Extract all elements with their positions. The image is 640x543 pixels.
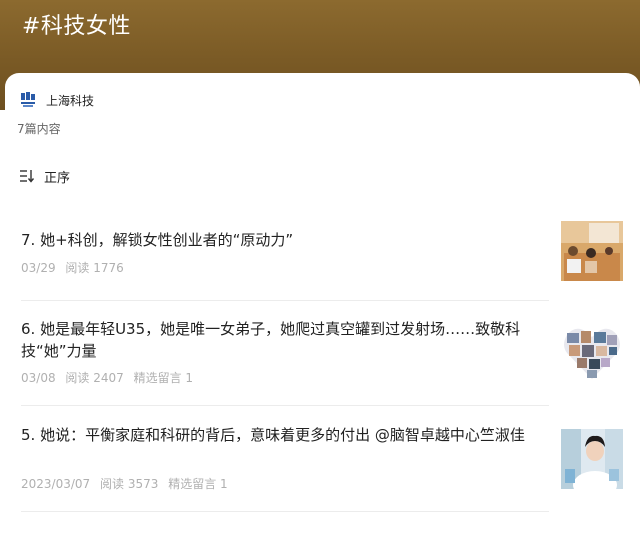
article-thumbnail [561,221,623,281]
article-meta: 03/08 阅读 2407 精选留言 1 [21,369,199,386]
sort-toggle[interactable]: 正序 [19,166,70,186]
article-thumbnail [561,323,623,383]
article-item[interactable]: 6. 她是最年轻U35，她是唯一女弟子，她爬过真空罐到过发射场……致敬科技“她”… [21,318,640,398]
article-reads: 阅读 1776 [65,261,124,275]
article-date: 03/29 [21,261,56,275]
article-meta: 2023/03/07 阅读 3573 精选留言 1 [21,475,234,492]
article-date: 2023/03/07 [21,477,91,491]
content-card: 上海科技 7篇内容 正序 7. 她+科创，解锁女性创业者的“原动力” 03/29… [5,73,640,543]
article-title: 7. 她+科创，解锁女性创业者的“原动力” [21,231,294,249]
sort-icon [20,170,35,183]
article-comments: 精选留言 1 [133,371,194,385]
article-reads: 阅读 3573 [100,477,159,491]
article-date: 03/08 [21,371,56,385]
sort-label: 正序 [44,170,71,186]
divider [21,511,549,512]
article-item[interactable]: 7. 她+科创，解锁女性创业者的“原动力” 03/29 阅读 1776 [21,221,640,291]
divider [21,405,549,406]
article-title: 6. 她是最年轻U35，她是唯一女弟子，她爬过真空罐到过发射场……致敬科技“她”… [21,320,521,360]
article-meta: 03/29 阅读 1776 [21,259,130,276]
account-row[interactable]: 上海科技 [19,89,94,111]
article-item[interactable]: 5. 她说：平衡家庭和科研的背后，意味着更多的付出 @脑智卓越中心竺淑佳 202… [21,424,640,504]
account-name: 上海科技 [46,93,95,108]
article-count: 7篇内容 [17,122,61,136]
article-comments: 精选留言 1 [168,477,228,491]
shanghai-tech-logo-icon [19,91,37,109]
topic-title: #科技女性 [22,14,131,39]
article-reads: 阅读 2407 [65,371,124,385]
article-thumbnail [561,429,623,489]
article-title: 5. 她说：平衡家庭和科研的背后，意味着更多的付出 @脑智卓越中心竺淑佳 [21,426,525,444]
divider [21,300,549,301]
